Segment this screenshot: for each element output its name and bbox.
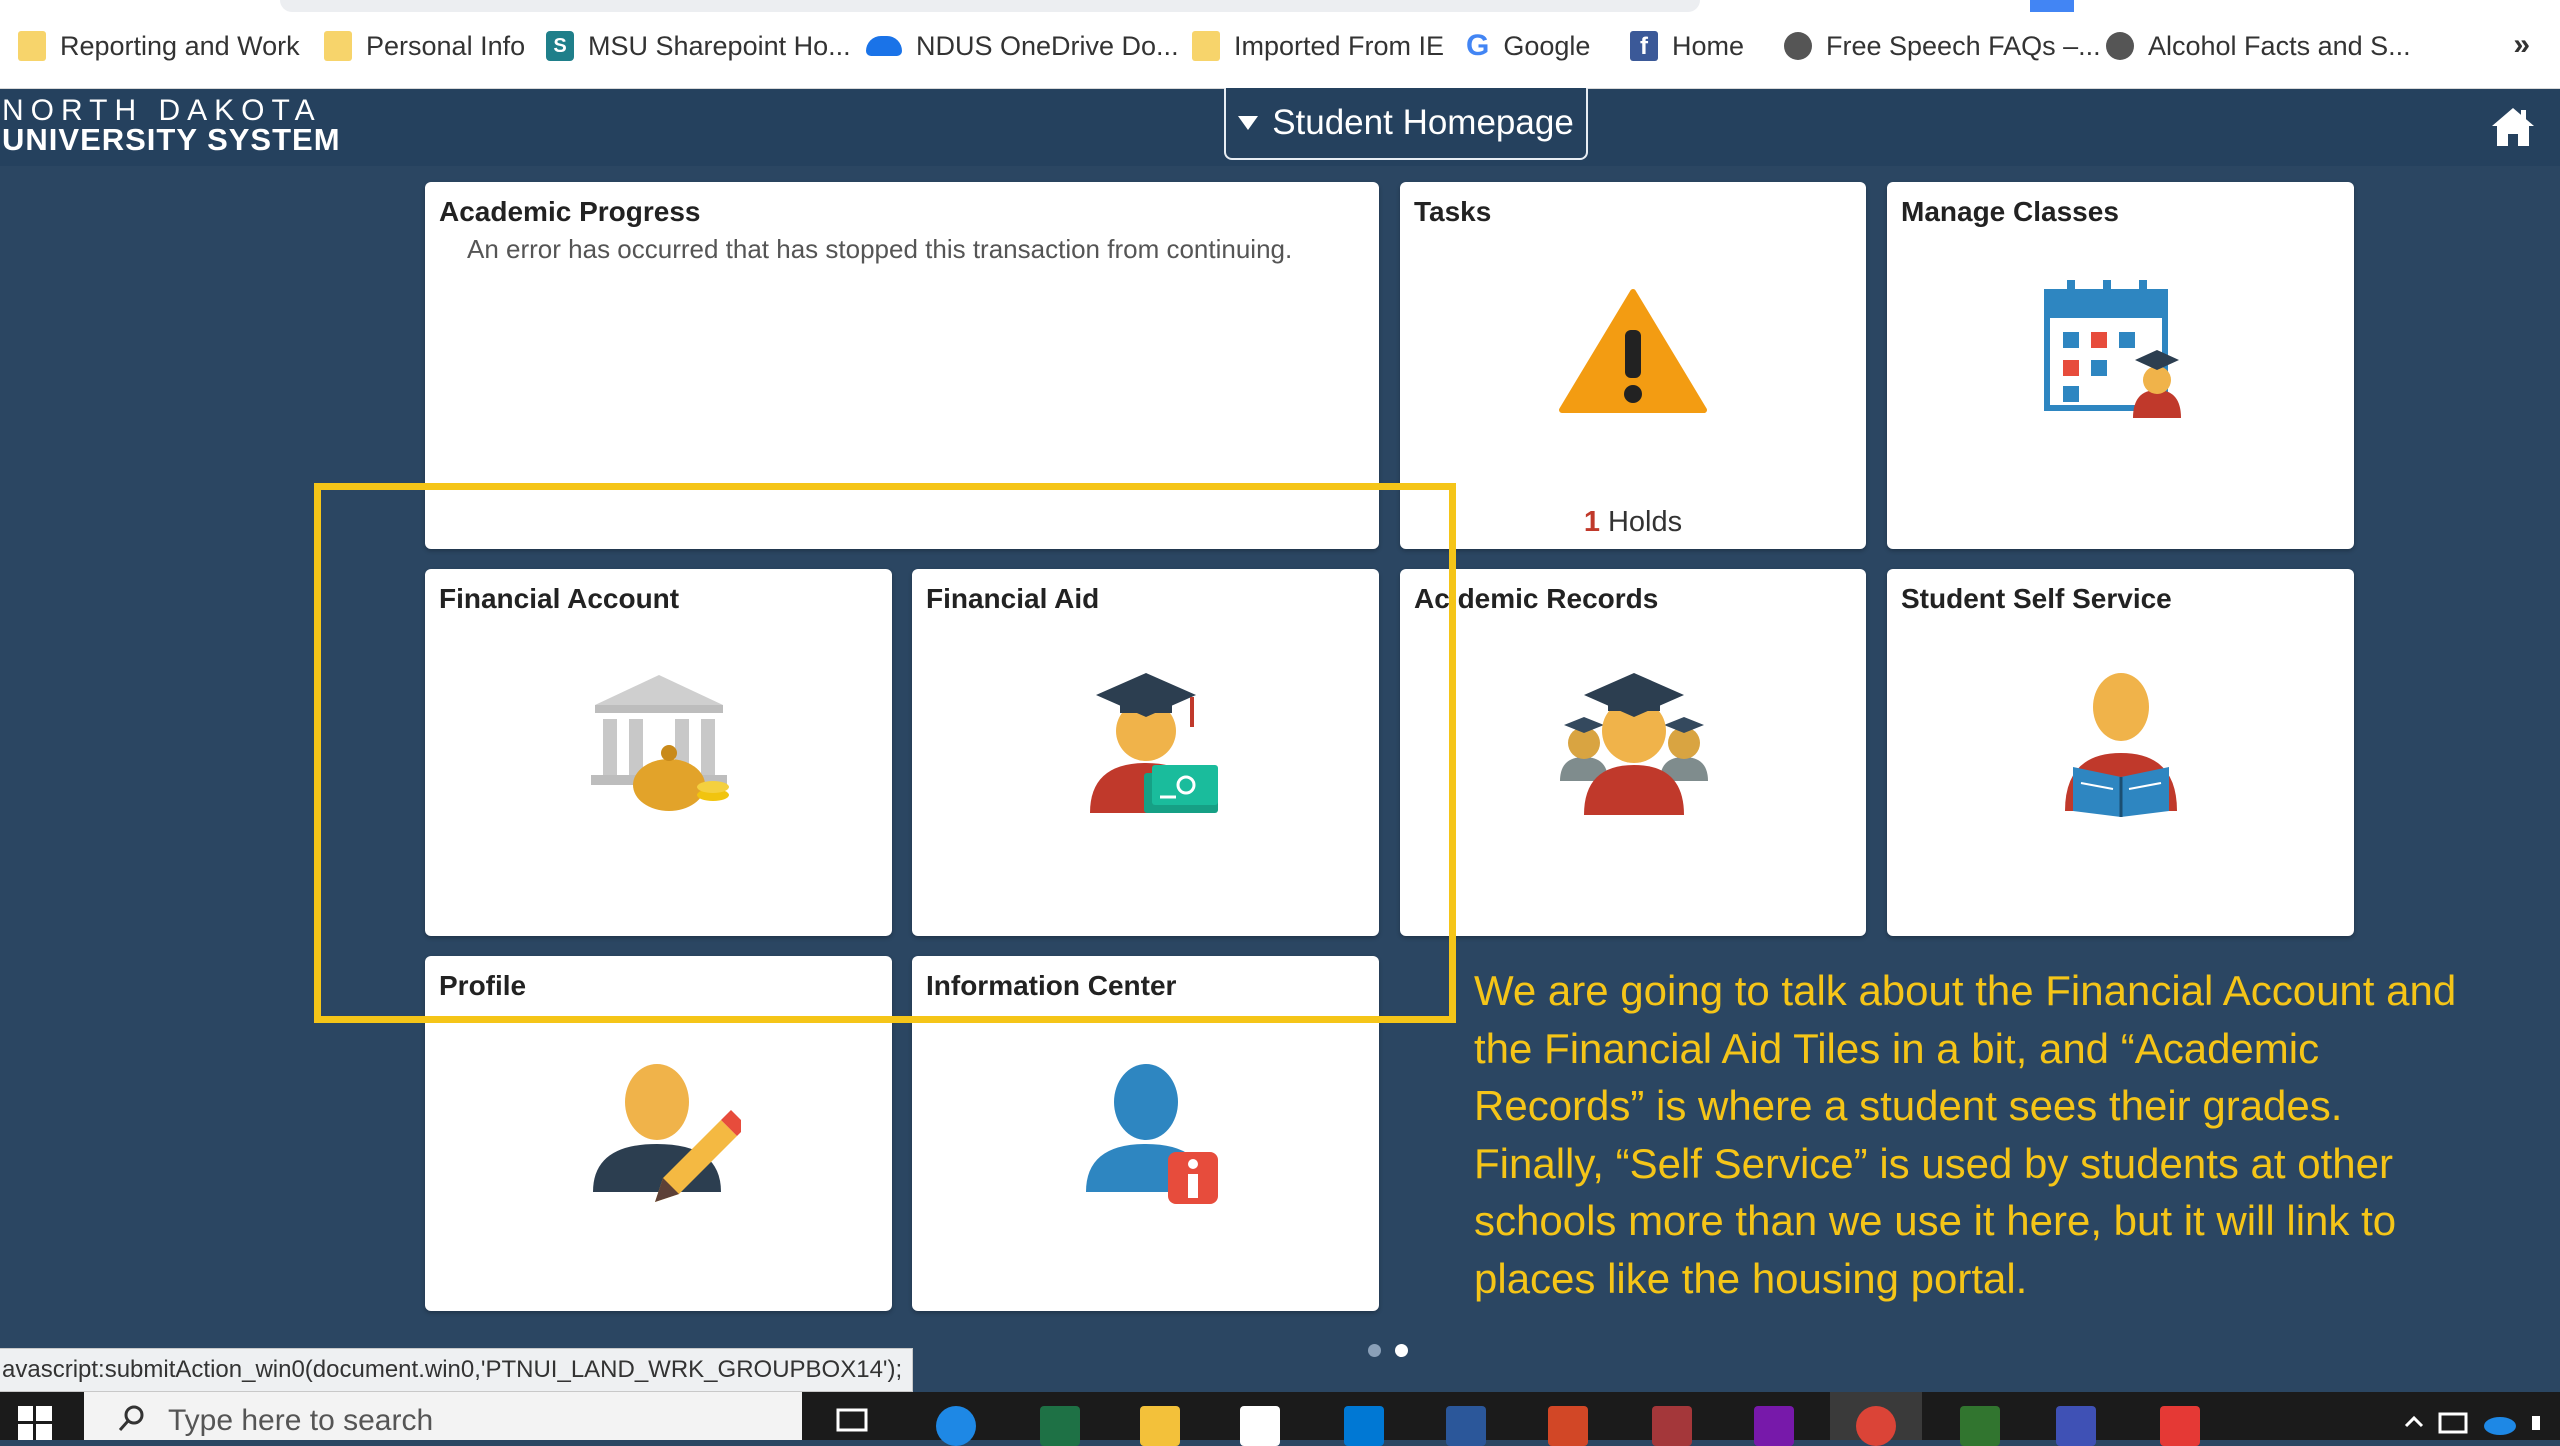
warning-icon [1559, 289, 1707, 413]
globe-icon [2106, 32, 2134, 60]
task-view-icon [836, 1408, 868, 1432]
taskbar-access[interactable] [1636, 1392, 1708, 1446]
folder-icon [324, 31, 352, 61]
new-badge [2030, 0, 2074, 12]
google-icon: G [1466, 29, 1490, 62]
word-icon [1446, 1406, 1486, 1446]
homepage-selector[interactable]: Student Homepage [1224, 88, 1588, 160]
bookmark-alcohol-facts[interactable]: Alcohol Facts and S... [2106, 26, 2411, 66]
bookmark-label: Alcohol Facts and S... [2148, 30, 2411, 61]
address-bar-edge [280, 0, 1700, 12]
bookmark-home[interactable]: f Home [1630, 26, 1744, 66]
bookmark-imported-from-ie[interactable]: Imported From IE [1192, 26, 1444, 66]
folder-icon [1140, 1406, 1180, 1446]
taskbar-acrobat[interactable] [2144, 1392, 2216, 1446]
profile-edit-icon [593, 1064, 741, 1202]
bookmark-personal-info[interactable]: Personal Info [324, 26, 525, 66]
app-grid-icon [2056, 1406, 2096, 1446]
tile-tasks[interactable]: Tasks 1 Holds [1400, 182, 1866, 549]
bookmark-label: NDUS OneDrive Do... [916, 30, 1179, 61]
taskbar-app-grid[interactable] [2040, 1392, 2112, 1446]
page-dot-2[interactable] [1395, 1344, 1408, 1357]
bookmark-google[interactable]: G Google [1466, 26, 1590, 66]
bookmark-label: Google [1503, 30, 1591, 61]
page-dot-1[interactable] [1368, 1344, 1381, 1357]
taskbar-word[interactable] [1430, 1392, 1502, 1446]
student-reading-icon [2065, 673, 2177, 817]
taskbar-onenote[interactable] [1738, 1392, 1810, 1446]
onedrive-icon [866, 36, 902, 56]
graduates-icon [1560, 673, 1708, 815]
bookmark-label: MSU Sharepoint Ho... [588, 30, 851, 61]
bookmark-label: Free Speech FAQs –... [1826, 30, 2101, 61]
holds-count: 1 [1583, 506, 1600, 538]
windows-taskbar: Type here to search [0, 1392, 2560, 1446]
tile-manage-classes[interactable]: Manage Classes [1887, 182, 2354, 549]
bookmark-label: Reporting and Work [60, 30, 300, 61]
powerpoint-icon [1548, 1406, 1588, 1446]
info-person-icon [1086, 1064, 1218, 1204]
tile-title: Academic Progress [439, 196, 701, 227]
bookmark-label: Personal Info [366, 30, 526, 61]
bookmark-label: Home [1672, 30, 1745, 61]
globe-icon [1784, 32, 1812, 60]
homepage-label: Student Homepage [1272, 103, 1574, 142]
ndus-logo: NORTH DAKOTA UNIVERSITY SYSTEM [2, 96, 341, 157]
folder-icon [1192, 31, 1220, 61]
chrome-icon [1856, 1406, 1896, 1446]
outlook-icon [1344, 1406, 1384, 1446]
sharepoint-icon: S [546, 31, 574, 61]
acrobat-icon [2160, 1406, 2200, 1446]
taskbar-chrome[interactable] [1830, 1392, 1922, 1446]
windows-start-icon[interactable] [18, 1406, 52, 1440]
error-message: An error has occurred that has stopped t… [467, 234, 1293, 264]
taskbar-edge[interactable] [920, 1392, 992, 1446]
logo-line-2: UNIVERSITY SYSTEM [2, 122, 341, 157]
bookmark-msu-sharepoint[interactable]: S MSU Sharepoint Ho... [546, 26, 851, 66]
page-indicator [1368, 1344, 1408, 1357]
bookmark-label: Imported From IE [1234, 30, 1445, 61]
project-icon [1960, 1406, 2000, 1446]
highlight-box [314, 483, 1456, 1023]
task-view-button[interactable] [816, 1392, 888, 1440]
bookmark-reporting-and-work[interactable]: Reporting and Work [18, 26, 300, 66]
bookmark-ndus-onedrive[interactable]: NDUS OneDrive Do... [866, 26, 1179, 66]
annotation-text: We are going to talk about the Financial… [1474, 967, 2457, 1302]
tile-title: Manage Classes [1901, 196, 2119, 227]
taskbar-search[interactable]: Type here to search [84, 1392, 802, 1440]
browser-status-bar: avascript:submitAction_win0(document.win… [0, 1348, 914, 1392]
search-placeholder: Type here to search [168, 1404, 434, 1437]
edge-icon [936, 1406, 976, 1446]
store-icon [1240, 1406, 1280, 1446]
calendar-student-icon [2044, 280, 2181, 418]
folder-icon [18, 31, 46, 61]
holds-label: Holds [1607, 506, 1683, 538]
taskbar-powerpoint[interactable] [1532, 1392, 1604, 1446]
tile-student-self-service[interactable]: Student Self Service [1887, 569, 2354, 936]
home-icon[interactable] [2490, 104, 2536, 150]
taskbar-file-explorer[interactable] [1124, 1392, 1196, 1446]
excel-icon [1040, 1406, 1080, 1446]
facebook-icon: f [1630, 31, 1658, 61]
taskbar-excel[interactable] [1024, 1392, 1096, 1446]
holds-summary[interactable]: 1 Holds [1400, 506, 1866, 539]
bookmarks-bar: Reporting and Work Personal Info S MSU S… [0, 0, 2560, 89]
tile-academic-records[interactable]: Ac demic Records [1400, 569, 1866, 936]
caret-down-icon [1238, 116, 1259, 130]
taskbar-store[interactable] [1224, 1392, 1296, 1446]
onenote-icon [1754, 1406, 1794, 1446]
taskbar-project[interactable] [1944, 1392, 2016, 1446]
system-tray[interactable] [2400, 1398, 2560, 1438]
more-bookmarks-button[interactable]: » [2513, 28, 2530, 62]
bookmark-free-speech-faqs[interactable]: Free Speech FAQs –... [1784, 26, 2101, 66]
access-icon [1652, 1406, 1692, 1446]
taskbar-outlook[interactable] [1328, 1392, 1400, 1446]
tile-title: Student Self Service [1901, 583, 2172, 614]
search-icon [118, 1405, 144, 1431]
tile-title: Tasks [1414, 196, 1492, 227]
